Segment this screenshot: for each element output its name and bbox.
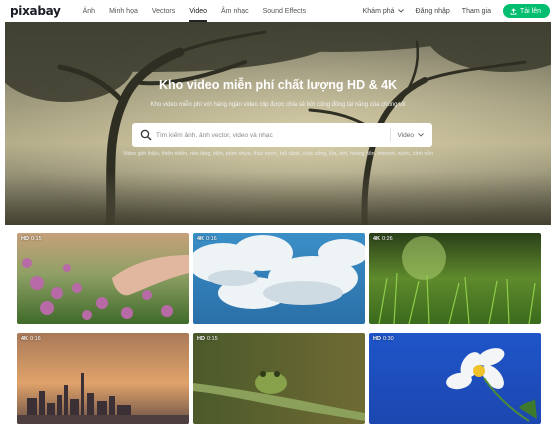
video-quality-badge: 4K 0:16 [197, 236, 217, 242]
video-thumbnail[interactable]: 4K 0:16 [17, 333, 189, 424]
video-quality-badge: 4K 0:16 [21, 336, 41, 342]
upload-icon [510, 7, 517, 15]
nav-item-video[interactable]: Video [189, 8, 207, 22]
nav-item-music[interactable]: Âm nhạc [221, 8, 249, 15]
nav-item-photos[interactable]: Ảnh [83, 8, 95, 15]
video-quality-badge: HD 0:30 [373, 336, 394, 342]
video-quality-badge: HD 0:15 [197, 336, 218, 342]
main-nav: Ảnh Minh họa Vectors Video Âm nhạc Sound… [83, 8, 306, 22]
nav-item-sound-effects[interactable]: Sound Effects [263, 8, 306, 15]
explore-dropdown[interactable]: Khám phá [363, 8, 404, 15]
chevron-down-icon [418, 133, 424, 137]
search-bar: Video [132, 123, 432, 147]
chevron-down-icon [397, 9, 404, 13]
header-actions: Khám phá Đăng nhập Tham gia Tải lên [363, 4, 550, 18]
pixabay-logo[interactable]: pixabay [10, 4, 61, 18]
video-thumbnail[interactable]: HD 0:30 [369, 333, 541, 424]
video-thumbnail[interactable]: HD 0:15 [193, 333, 365, 424]
upload-label: Tải lên [519, 7, 541, 15]
login-link[interactable]: Đăng nhập [416, 8, 450, 15]
video-preview-image [193, 333, 365, 424]
explore-label: Khám phá [362, 7, 395, 15]
hero-popular-tags[interactable]: Video giới thiệu, thiên nhiên, nền tảng,… [5, 151, 551, 157]
video-thumbnail[interactable]: HD 0:15 [17, 233, 189, 324]
hero-subtitle: Kho video miễn phí với hàng ngàn video c… [150, 102, 406, 108]
video-preview-image [369, 233, 541, 324]
join-link[interactable]: Tham gia [462, 8, 491, 15]
video-quality-badge: HD 0:15 [21, 236, 42, 242]
video-quality-badge: 4K 0:26 [373, 236, 393, 242]
search-icon[interactable] [140, 129, 152, 141]
video-preview-image [193, 233, 365, 324]
nav-item-illustrations[interactable]: Minh họa [109, 8, 138, 15]
hero-title: Kho video miễn phí chất lượng HD & 4K [158, 78, 398, 92]
nav-item-vectors[interactable]: Vectors [152, 8, 175, 15]
hero-banner: Kho video miễn phí chất lượng HD & 4K Kh… [5, 22, 551, 225]
video-preview-image [369, 333, 541, 424]
search-type-dropdown[interactable]: Video [390, 128, 424, 142]
search-type-label: Video [397, 131, 414, 139]
search-input[interactable] [156, 131, 391, 139]
top-navigation-bar: pixabay Ảnh Minh họa Vectors Video Âm nh… [0, 0, 556, 22]
video-preview-image [17, 233, 189, 324]
video-preview-image [17, 333, 189, 424]
video-thumbnail[interactable]: 4K 0:16 [193, 233, 365, 324]
video-thumbnail[interactable]: 4K 0:26 [369, 233, 541, 324]
upload-button[interactable]: Tải lên [502, 4, 550, 18]
